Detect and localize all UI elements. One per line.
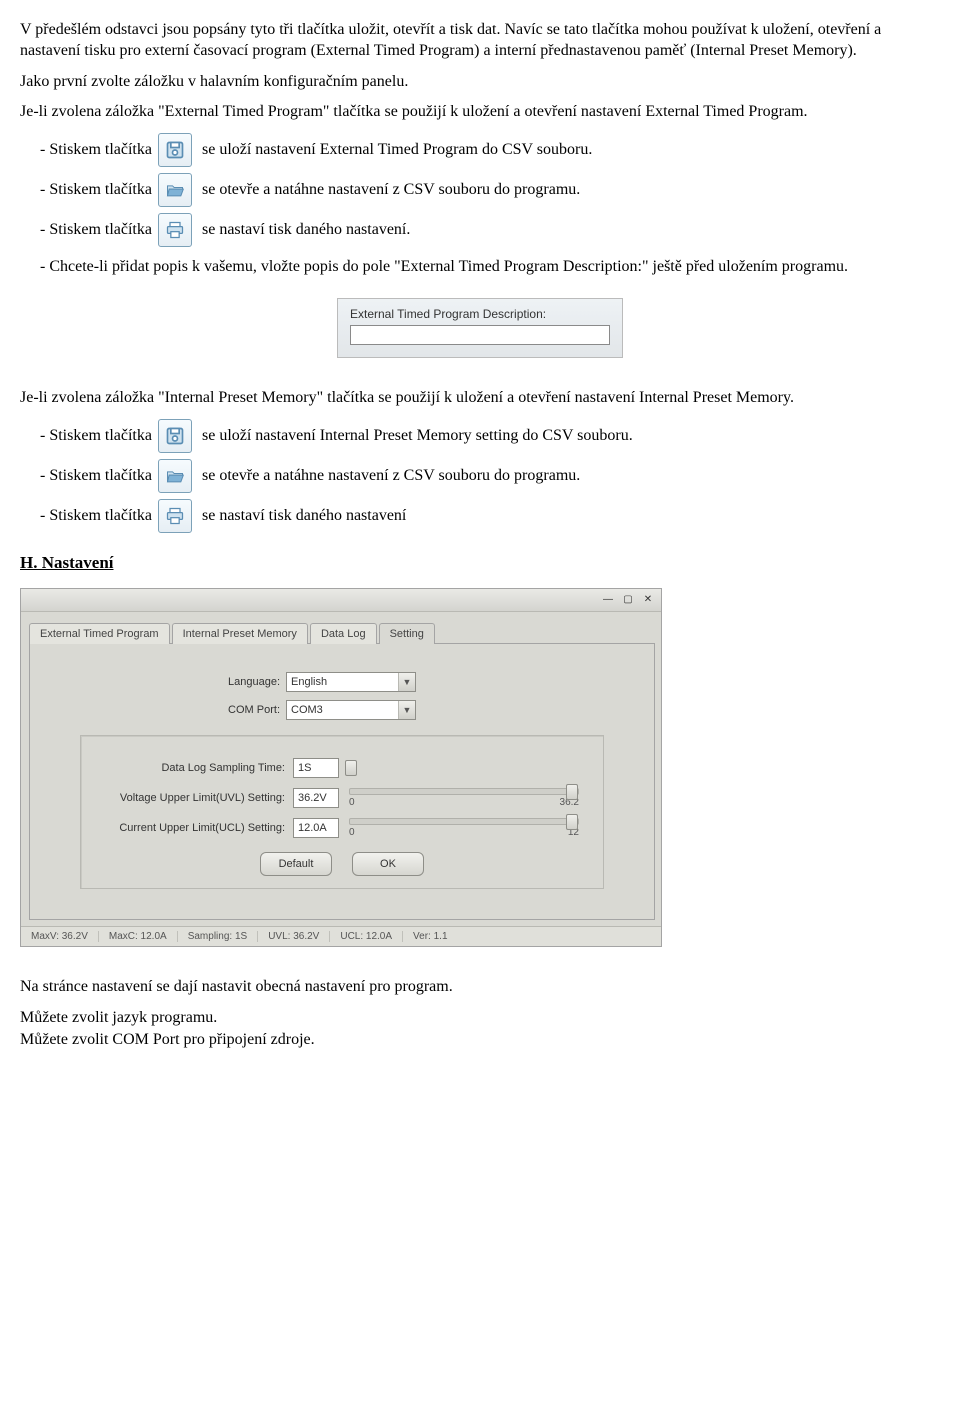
minimize-icon[interactable]: — xyxy=(599,593,617,607)
ucl-label: Current Upper Limit(UCL) Setting: xyxy=(95,822,285,834)
paragraph: Je-li zvolena záložka "External Timed Pr… xyxy=(20,102,940,123)
tab-data-log[interactable]: Data Log xyxy=(310,623,377,644)
tab-strip: External Timed Program Internal Preset M… xyxy=(29,622,655,643)
save-icon xyxy=(158,133,192,167)
status-sampling: Sampling: 1S xyxy=(188,931,258,942)
chevron-down-icon: ▼ xyxy=(398,701,415,719)
open-icon xyxy=(158,459,192,493)
language-label: Language: xyxy=(200,676,280,688)
description-label: External Timed Program Description: xyxy=(350,307,610,321)
settings-window: — ▢ ✕ External Timed Program Internal Pr… xyxy=(20,588,662,947)
status-ver: Ver: 1.1 xyxy=(413,931,457,942)
status-maxv: MaxV: 36.2V xyxy=(31,931,99,942)
paragraph: Jako první zvolte záložku v halavním kon… xyxy=(20,72,940,93)
tab-content-setting: Language: English ▼ COM Port: COM3 ▼ Dat… xyxy=(29,643,655,920)
description-field-panel: External Timed Program Description: xyxy=(337,298,623,358)
slider-thumb-icon[interactable] xyxy=(566,784,578,800)
section-heading-h: H. Nastavení xyxy=(20,553,940,573)
paragraph: Můžete zvolit COM Port pro připojení zdr… xyxy=(20,1030,940,1051)
status-ucl: UCL: 12.0A xyxy=(340,931,403,942)
limits-panel: Data Log Sampling Time: Voltage Upper Li… xyxy=(80,735,604,889)
bullet-text-after: se nastaví tisk daného nastavení. xyxy=(202,221,410,239)
com-port-value: COM3 xyxy=(291,704,323,716)
bullet-text-after: se otevře a natáhne nastavení z CSV soub… xyxy=(202,181,580,199)
print-icon xyxy=(158,213,192,247)
uvl-slider[interactable] xyxy=(349,788,579,795)
com-port-label: COM Port: xyxy=(200,704,280,716)
bullet-text: - Stiskem tlačítka xyxy=(40,507,152,525)
status-bar: MaxV: 36.2V MaxC: 12.0A Sampling: 1S UVL… xyxy=(21,926,661,946)
paragraph: Můžete zvolit jazyk programu. xyxy=(20,1008,940,1029)
bullet-text: - Chcete-li přidat popis k vašemu, vložt… xyxy=(40,257,940,278)
bullet-text: - Stiskem tlačítka xyxy=(40,141,152,159)
bullet-text: - Stiskem tlačítka xyxy=(40,221,152,239)
sampling-label: Data Log Sampling Time: xyxy=(95,762,285,774)
slider-thumb-icon[interactable] xyxy=(566,814,578,830)
ucl-slider[interactable] xyxy=(349,818,579,825)
status-uvl: UVL: 36.2V xyxy=(268,931,330,942)
paragraph: Na stránce nastavení se dají nastavit ob… xyxy=(20,977,940,998)
status-maxc: MaxC: 12.0A xyxy=(109,931,178,942)
uvl-min: 0 xyxy=(349,797,355,808)
open-icon xyxy=(158,173,192,207)
bullet-text-after: se uloží nastavení Internal Preset Memor… xyxy=(202,427,633,445)
description-input[interactable] xyxy=(350,325,610,345)
uvl-input[interactable] xyxy=(293,788,339,808)
bullet-text: - Stiskem tlačítka xyxy=(40,427,152,445)
com-port-combo[interactable]: COM3 ▼ xyxy=(286,700,416,720)
bullet-text: - Stiskem tlačítka xyxy=(40,181,152,199)
bullet-text-after: se otevře a natáhne nastavení z CSV soub… xyxy=(202,467,580,485)
sampling-input[interactable] xyxy=(293,758,339,778)
bullet-text-after: se nastaví tisk daného nastavení xyxy=(202,507,406,525)
close-icon[interactable]: ✕ xyxy=(639,593,657,607)
bullet-text: - Stiskem tlačítka xyxy=(40,467,152,485)
ucl-min: 0 xyxy=(349,827,355,838)
language-value: English xyxy=(291,676,327,688)
maximize-icon[interactable]: ▢ xyxy=(619,593,637,607)
language-combo[interactable]: English ▼ xyxy=(286,672,416,692)
default-button[interactable]: Default xyxy=(260,852,332,876)
ok-button[interactable]: OK xyxy=(352,852,424,876)
sampling-stepper[interactable] xyxy=(345,758,363,778)
print-icon xyxy=(158,499,192,533)
tab-setting[interactable]: Setting xyxy=(379,623,435,644)
window-title-bar: — ▢ ✕ xyxy=(21,589,661,612)
save-icon xyxy=(158,419,192,453)
bullet-text-after: se uloží nastavení External Timed Progra… xyxy=(202,141,592,159)
paragraph: V předešlém odstavci jsou popsány tyto t… xyxy=(20,20,940,62)
paragraph: Je-li zvolena záložka "Internal Preset M… xyxy=(20,388,940,409)
ucl-input[interactable] xyxy=(293,818,339,838)
chevron-down-icon: ▼ xyxy=(398,673,415,691)
uvl-label: Voltage Upper Limit(UVL) Setting: xyxy=(95,792,285,804)
tab-external-timed-program[interactable]: External Timed Program xyxy=(29,623,170,644)
tab-internal-preset-memory[interactable]: Internal Preset Memory xyxy=(172,623,308,644)
